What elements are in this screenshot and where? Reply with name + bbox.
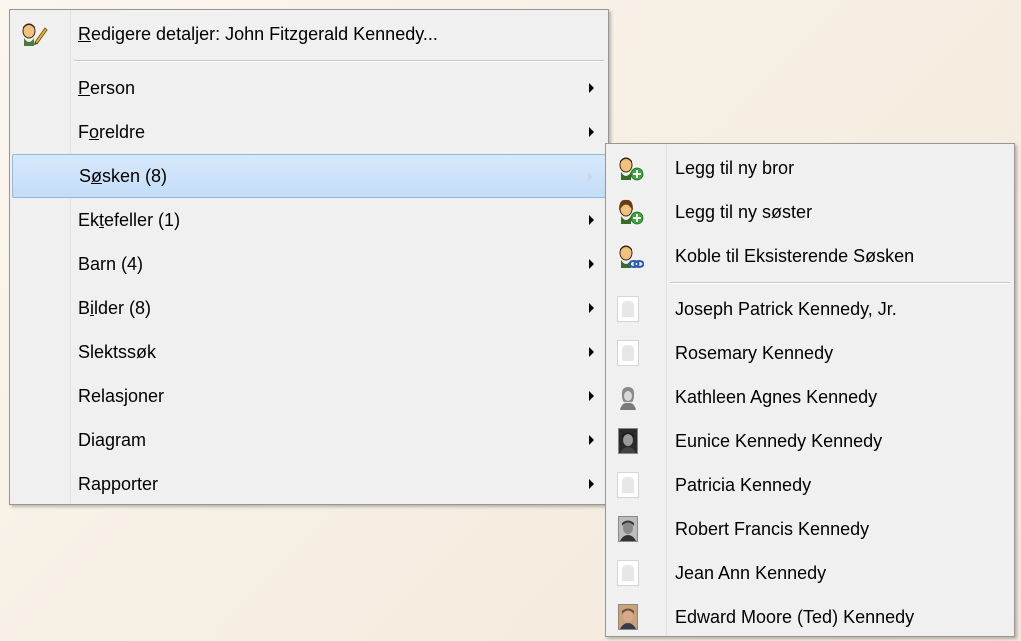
submenu-arrow-icon — [589, 347, 594, 357]
menu-item-barn[interactable]: Barn (4) — [12, 242, 606, 286]
add-sister-icon — [616, 198, 644, 226]
menu-item-label: reldre — [99, 121, 146, 142]
sibling-name: Patricia Kennedy — [675, 474, 812, 495]
siblings-submenu: Legg til ny bror Legg til ny søster Kobl… — [605, 143, 1015, 637]
menu-item-label: efeller (1) — [104, 209, 181, 230]
sibling-name: Kathleen Agnes Kennedy — [675, 386, 878, 407]
portrait-photo-icon — [618, 516, 638, 542]
sibling-name: Jean Ann Kennedy — [675, 562, 827, 583]
portrait-sketch-icon — [618, 384, 638, 410]
menu-item-label: Rapporter — [78, 473, 159, 494]
context-menu: Redigere detaljer: John Fitzgerald Kenne… — [9, 9, 609, 505]
sibling-name: Edward Moore (Ted) Kennedy — [675, 606, 915, 627]
menu-item-foreldre[interactable]: Foreldre — [12, 110, 606, 154]
portrait-placeholder-icon — [617, 472, 639, 498]
sibling-item-joseph[interactable]: Joseph Patrick Kennedy, Jr. — [608, 287, 1012, 331]
edit-details-label: edigere detaljer: John Fitzgerald Kenned… — [91, 23, 438, 44]
menu-item-slektssok[interactable]: Slektssøk — [12, 330, 606, 374]
edit-details-accel: R — [78, 23, 91, 44]
menu-item-ektefeller[interactable]: Ektefeller (1) — [12, 198, 606, 242]
menu-item-diagram[interactable]: Diagram — [12, 418, 606, 462]
sibling-name: Robert Francis Kennedy — [675, 518, 870, 539]
menu-item-label: sken (8) — [102, 165, 168, 186]
menu-separator — [670, 282, 1010, 284]
sibling-item-robert[interactable]: Robert Francis Kennedy — [608, 507, 1012, 551]
sibling-name: Eunice Kennedy Kennedy — [675, 430, 883, 451]
submenu-arrow-icon — [589, 479, 594, 489]
add-brother-icon — [616, 154, 644, 182]
menu-item-relasjoner[interactable]: Relasjoner — [12, 374, 606, 418]
submenu-arrow-icon — [589, 303, 594, 313]
menu-item-label: Barn (4) — [78, 253, 144, 274]
edit-person-icon — [20, 20, 48, 48]
add-brother-label: Legg til ny bror — [675, 157, 795, 178]
submenu-arrow-icon — [589, 435, 594, 445]
edit-details-item[interactable]: Redigere detaljer: John Fitzgerald Kenne… — [12, 12, 606, 56]
link-sibling-icon — [616, 242, 645, 270]
menu-item-sosken[interactable]: Søsken (8) — [12, 154, 606, 198]
portrait-photo-icon — [618, 428, 638, 454]
link-existing-sibling-item[interactable]: Koble til Eksisterende Søsken — [608, 234, 1012, 278]
menu-item-label: lder (8) — [94, 297, 152, 318]
sibling-item-rosemary[interactable]: Rosemary Kennedy — [608, 331, 1012, 375]
submenu-arrow-icon — [588, 172, 593, 182]
submenu-arrow-icon — [589, 259, 594, 269]
submenu-arrow-icon — [589, 127, 594, 137]
sibling-item-patricia[interactable]: Patricia Kennedy — [608, 463, 1012, 507]
sibling-item-edward[interactable]: Edward Moore (Ted) Kennedy — [608, 595, 1012, 639]
menu-item-rapporter[interactable]: Rapporter — [12, 462, 606, 506]
menu-item-label: Diagram — [78, 429, 147, 450]
portrait-placeholder-icon — [617, 296, 639, 322]
menu-item-label: erson — [90, 77, 136, 98]
menu-item-label: Slektssøk — [78, 341, 157, 362]
submenu-arrow-icon — [589, 83, 594, 93]
sibling-item-jean[interactable]: Jean Ann Kennedy — [608, 551, 1012, 595]
sibling-name: Rosemary Kennedy — [675, 342, 834, 363]
add-sister-label: Legg til ny søster — [675, 201, 813, 222]
link-existing-sibling-label: Koble til Eksisterende Søsken — [675, 245, 915, 266]
portrait-placeholder-icon — [617, 560, 639, 586]
submenu-arrow-icon — [589, 391, 594, 401]
menu-item-bilder[interactable]: Bilder (8) — [12, 286, 606, 330]
portrait-photo-icon — [618, 604, 638, 630]
menu-separator — [74, 60, 604, 62]
sibling-name: Joseph Patrick Kennedy, Jr. — [675, 298, 897, 319]
sibling-item-kathleen[interactable]: Kathleen Agnes Kennedy — [608, 375, 1012, 419]
portrait-placeholder-icon — [617, 340, 639, 366]
menu-item-label: Relasjoner — [78, 385, 165, 406]
menu-item-person[interactable]: Person — [12, 66, 606, 110]
sibling-item-eunice[interactable]: Eunice Kennedy Kennedy — [608, 419, 1012, 463]
add-brother-item[interactable]: Legg til ny bror — [608, 146, 1012, 190]
add-sister-item[interactable]: Legg til ny søster — [608, 190, 1012, 234]
submenu-arrow-icon — [589, 215, 594, 225]
